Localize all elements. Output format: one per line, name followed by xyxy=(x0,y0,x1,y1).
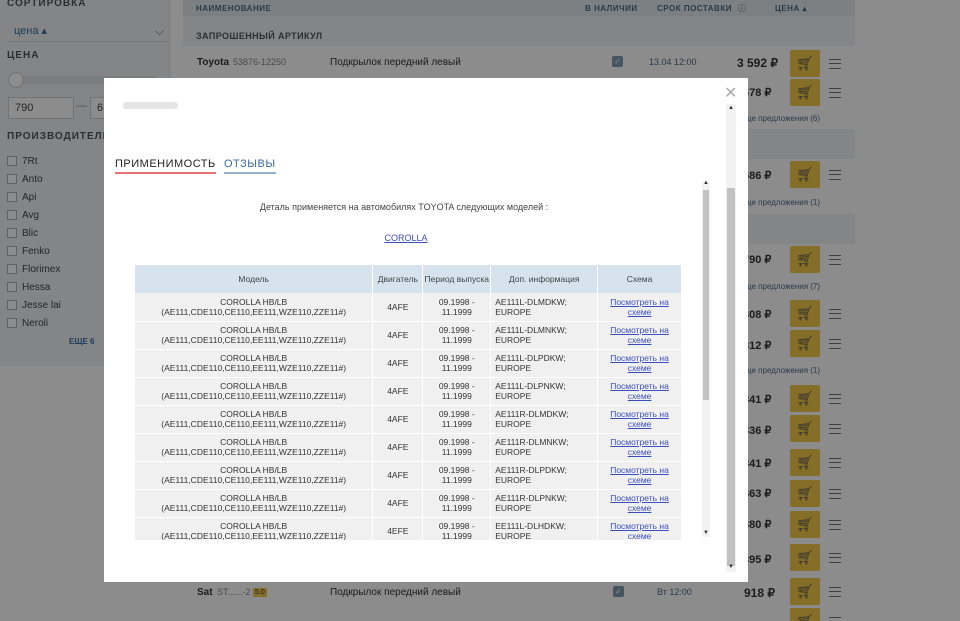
scheme-cell[interactable]: Посмотреть на схеме xyxy=(597,293,682,322)
inner-scrollbar[interactable]: ▲ ▼ xyxy=(702,180,710,537)
scroll-down-icon[interactable]: ▼ xyxy=(703,530,709,536)
table-row: COROLLA HB/LB (AE111,CDE110,CE110,EE111,… xyxy=(135,489,682,518)
scheme-cell[interactable]: Посмотреть на схеме xyxy=(597,461,682,490)
cell-info: AE111R-DLMDKW; EUROPE xyxy=(490,405,599,434)
view-scheme-link[interactable]: Посмотреть на схеме xyxy=(610,409,669,429)
table-row: COROLLA HB/LB (AE111,CDE110,CE110,EE111,… xyxy=(135,405,682,434)
cell-engine: 4AFE xyxy=(372,489,424,518)
cell-model: COROLLA HB/LB (AE111,CDE110,CE110,EE111,… xyxy=(135,293,374,322)
column-header: Двигатель xyxy=(372,265,424,293)
scroll-up-icon[interactable]: ▲ xyxy=(703,180,709,186)
cell-period: 09.1998 - 11.1999 xyxy=(422,433,492,462)
column-header: Доп. информация xyxy=(490,265,599,293)
cell-model: COROLLA HB/LB (AE111,CDE110,CE110,EE111,… xyxy=(135,377,374,406)
cell-engine: 4AFE xyxy=(372,461,424,490)
scheme-cell[interactable]: Посмотреть на схеме xyxy=(597,377,682,406)
cell-period: 09.1998 - 11.1999 xyxy=(422,489,492,518)
column-header: Модель xyxy=(135,265,374,293)
view-scheme-link[interactable]: Посмотреть на схеме xyxy=(610,493,669,513)
intro-text: Деталь применяется на автомобилях TOYOTA… xyxy=(259,202,549,212)
cell-period: 09.1998 - 11.1999 xyxy=(422,405,492,434)
cell-model: COROLLA HB/LB (AE111,CDE110,CE110,EE111,… xyxy=(135,461,374,490)
cell-engine: 4AFE xyxy=(372,293,424,322)
column-header: Период выпуска xyxy=(422,265,492,293)
cell-engine: 4EFE xyxy=(372,517,424,540)
scheme-cell[interactable]: Посмотреть на схеме xyxy=(597,349,682,378)
close-icon[interactable]: ✕ xyxy=(724,83,737,103)
view-scheme-link[interactable]: Посмотреть на схеме xyxy=(610,437,669,457)
cell-model: COROLLA HB/LB (AE111,CDE110,CE110,EE111,… xyxy=(135,517,374,540)
cell-model: COROLLA HB/LB (AE111,CDE110,CE110,EE111,… xyxy=(135,405,374,434)
tab-reviews[interactable]: ОТЗЫВЫ xyxy=(224,158,276,174)
table-row: COROLLA HB/LB (AE111,CDE110,CE110,EE111,… xyxy=(135,349,682,378)
cell-info: AE111L-DLMNKW; EUROPE xyxy=(490,321,599,350)
cell-model: COROLLA HB/LB (AE111,CDE110,CE110,EE111,… xyxy=(135,489,374,518)
cell-model: COROLLA HB/LB (AE111,CDE110,CE110,EE111,… xyxy=(135,321,374,350)
scheme-cell[interactable]: Посмотреть на схеме xyxy=(597,517,682,540)
cell-engine: 4AFE xyxy=(372,405,424,434)
view-scheme-link[interactable]: Посмотреть на схеме xyxy=(610,297,669,317)
applicability-table: Модель Двигатель Период выпуска Доп. информ… xyxy=(135,265,682,540)
cell-engine: 4AFE xyxy=(372,321,424,350)
cell-period: 09.1998 - 11.1999 xyxy=(422,321,492,350)
view-scheme-link[interactable]: Посмотреть на схеме xyxy=(610,325,669,345)
table-row: COROLLA HB/LB (AE111,CDE110,CE110,EE111,… xyxy=(135,461,682,490)
cell-period: 09.1998 - 11.1999 xyxy=(422,517,492,540)
table-row: COROLLA HB/LB (AE111,CDE110,CE110,EE111,… xyxy=(135,433,682,462)
cell-period: 09.1998 - 11.1999 xyxy=(422,293,492,322)
table-row: COROLLA HB/LB (AE111,CDE110,CE110,EE111,… xyxy=(135,377,682,406)
view-scheme-link[interactable]: Посмотреть на схеме xyxy=(610,465,669,485)
cell-period: 09.1998 - 11.1999 xyxy=(422,349,492,378)
scheme-cell[interactable]: Посмотреть на схеме xyxy=(597,321,682,350)
view-scheme-link[interactable]: Посмотреть на схеме xyxy=(610,381,669,401)
scrollbar-thumb[interactable] xyxy=(703,190,709,400)
cell-model: COROLLA HB/LB (AE111,CDE110,CE110,EE111,… xyxy=(135,349,374,378)
modal-scrollbar[interactable]: ▲ ▼ xyxy=(726,104,736,572)
scroll-up-icon[interactable]: ▲ xyxy=(728,105,734,111)
cell-engine: 4AFE xyxy=(372,377,424,406)
scroll-down-icon[interactable]: ▼ xyxy=(728,564,734,570)
title-placeholder xyxy=(123,102,178,109)
cell-engine: 4AFE xyxy=(372,433,424,462)
scheme-cell[interactable]: Посмотреть на схеме xyxy=(597,433,682,462)
cell-info: EE111L-DLHDKW; EUROPE xyxy=(490,517,599,540)
table-row: COROLLA HB/LB (AE111,CDE110,CE110,EE111,… xyxy=(135,293,682,322)
applicability-modal: ПРИМЕНИМОСТЬ ОТЗЫВЫ Деталь применяется н… xyxy=(104,78,748,582)
cell-info: AE111L-DLPNKW; EUROPE xyxy=(490,377,599,406)
scheme-cell[interactable]: Посмотреть на схеме xyxy=(597,405,682,434)
cell-info: AE111R-DLPNKW; EUROPE xyxy=(490,489,599,518)
column-header: Схема xyxy=(597,265,682,293)
cell-info: AE111R-DLPDKW; EUROPE xyxy=(490,461,599,490)
cell-period: 09.1998 - 11.1999 xyxy=(422,377,492,406)
cell-engine: 4AFE xyxy=(372,349,424,378)
cell-info: AE111R-DLMNKW; EUROPE xyxy=(490,433,599,462)
model-link[interactable]: COROLLA xyxy=(104,233,708,243)
view-scheme-link[interactable]: Посмотреть на схеме xyxy=(610,521,669,540)
view-scheme-link[interactable]: Посмотреть на схеме xyxy=(610,353,669,373)
cell-period: 09.1998 - 11.1999 xyxy=(422,461,492,490)
scheme-cell[interactable]: Посмотреть на схеме xyxy=(597,489,682,518)
table-row: COROLLA HB/LB (AE111,CDE110,CE110,EE111,… xyxy=(135,321,682,350)
cell-model: COROLLA HB/LB (AE111,CDE110,CE110,EE111,… xyxy=(135,433,374,462)
cell-info: AE111L-DLPDKW; EUROPE xyxy=(490,349,599,378)
tab-applicability[interactable]: ПРИМЕНИМОСТЬ xyxy=(115,158,216,174)
cell-info: AE111L-DLMDKW; EUROPE xyxy=(490,293,599,322)
scrollbar-thumb[interactable] xyxy=(727,188,735,566)
table-row: COROLLA HB/LB (AE111,CDE110,CE110,EE111,… xyxy=(135,517,682,540)
